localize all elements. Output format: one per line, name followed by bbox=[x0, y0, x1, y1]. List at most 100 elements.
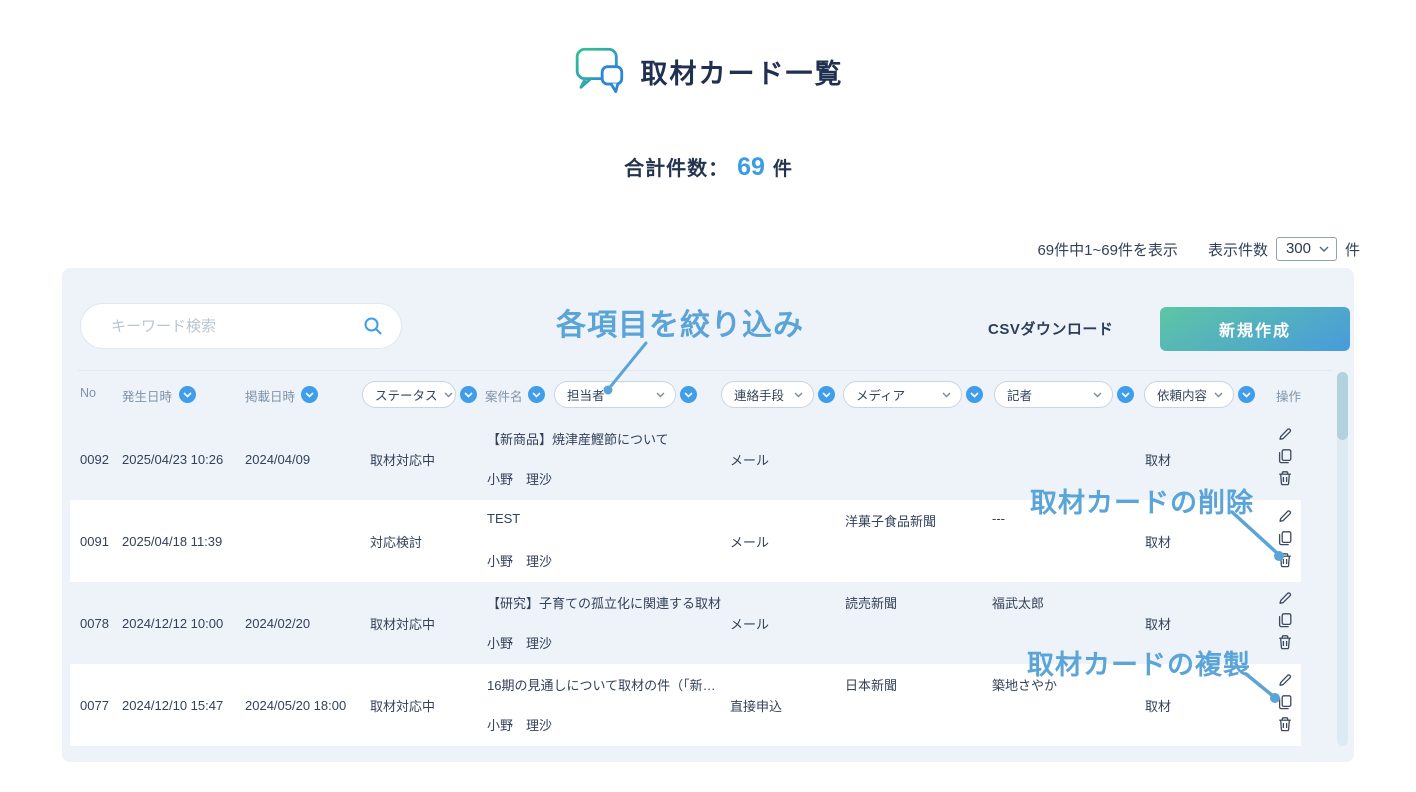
annotation-delete: 取材カードの削除 bbox=[1030, 481, 1254, 520]
total-count-label: 合計件数： bbox=[624, 152, 729, 181]
csv-download-button[interactable]: CSVダウンロード bbox=[982, 317, 1119, 340]
col-published: 掲載日時 bbox=[245, 386, 295, 405]
header-divider bbox=[78, 370, 1332, 371]
media-sort-icon[interactable] bbox=[966, 386, 983, 403]
row-operations bbox=[1277, 426, 1293, 486]
row-operations bbox=[1277, 590, 1293, 650]
per-page-select[interactable]: 300 bbox=[1276, 237, 1337, 261]
row-media: 読売新聞 bbox=[845, 593, 897, 612]
media-filter-dropdown[interactable]: メディア bbox=[843, 381, 962, 408]
row-contact: メール bbox=[730, 500, 769, 582]
delete-icon[interactable] bbox=[1277, 470, 1293, 486]
total-count-value: 69 bbox=[737, 153, 765, 182]
status-sort-icon[interactable] bbox=[460, 386, 477, 403]
row-case: 【研究】子育ての孤立化に関連する取材 bbox=[487, 593, 721, 612]
row-assignee: 小野 理沙 bbox=[487, 469, 552, 488]
reporter-sort-icon[interactable] bbox=[1117, 386, 1134, 403]
duplicate-icon[interactable] bbox=[1277, 694, 1293, 710]
row-status: 取材対応中 bbox=[370, 582, 435, 664]
row-case: 【新商品】焼津産鰹節について bbox=[487, 429, 669, 448]
vertical-scrollbar[interactable] bbox=[1337, 372, 1348, 746]
delete-icon[interactable] bbox=[1277, 716, 1293, 732]
duplicate-icon[interactable] bbox=[1277, 530, 1293, 546]
scrollbar-thumb[interactable] bbox=[1337, 372, 1348, 440]
status-filter-dropdown[interactable]: ステータス bbox=[362, 381, 456, 408]
row-occurred: 2024/12/10 15:47 bbox=[122, 664, 223, 746]
request-sort-icon[interactable] bbox=[1238, 386, 1255, 403]
per-page-value: 300 bbox=[1286, 240, 1311, 257]
page-title: 取材カード一覧 bbox=[641, 52, 844, 91]
table-body: 0092 2025/04/23 10:26 2024/04/09 取材対応中 【… bbox=[62, 418, 1354, 746]
pagination-info: 69件中1~69件を表示 表示件数 300 件 bbox=[0, 237, 1360, 261]
reporter-filter-dropdown[interactable]: 記者 bbox=[994, 381, 1113, 408]
row-media: 日本新聞 bbox=[845, 675, 897, 694]
row-occurred: 2025/04/18 11:39 bbox=[122, 500, 222, 582]
row-occurred: 2025/04/23 10:26 bbox=[122, 418, 223, 500]
row-published: 2024/02/20 bbox=[245, 582, 310, 664]
col-ops: 操作 bbox=[1276, 386, 1301, 405]
row-no: 0092 bbox=[80, 418, 109, 500]
row-contact: メール bbox=[730, 582, 769, 664]
search-icon[interactable] bbox=[363, 316, 383, 336]
edit-icon[interactable] bbox=[1277, 672, 1293, 688]
request-filter-dropdown[interactable]: 依頼内容 bbox=[1144, 381, 1234, 408]
chat-bubbles-icon bbox=[573, 46, 627, 96]
chevron-down-icon bbox=[942, 392, 951, 398]
row-assignee: 小野 理沙 bbox=[487, 715, 552, 734]
row-operations bbox=[1277, 672, 1293, 732]
row-published: 2024/05/20 18:00 bbox=[245, 664, 346, 746]
page: 取材カード一覧 合計件数： 69 件 69件中1~69件を表示 表示件数 300… bbox=[0, 0, 1416, 792]
edit-icon[interactable] bbox=[1277, 426, 1293, 442]
create-new-button[interactable]: 新規作成 bbox=[1160, 307, 1350, 351]
col-case: 案件名 bbox=[485, 386, 523, 405]
contact-filter-dropdown[interactable]: 連絡手段 bbox=[721, 381, 814, 408]
edit-icon[interactable] bbox=[1277, 590, 1293, 606]
row-occurred: 2024/12/12 10:00 bbox=[122, 582, 223, 664]
delete-icon[interactable] bbox=[1277, 552, 1293, 568]
edit-icon[interactable] bbox=[1277, 508, 1293, 524]
duplicate-icon[interactable] bbox=[1277, 448, 1293, 464]
per-page-label: 表示件数 bbox=[1208, 239, 1268, 260]
annotation-duplicate: 取材カードの複製 bbox=[1027, 643, 1251, 682]
row-case: 16期の見通しについて取材の件（「新… bbox=[487, 675, 716, 694]
chevron-down-icon bbox=[656, 392, 665, 398]
row-no: 0091 bbox=[80, 500, 109, 582]
col-occurred: 発生日時 bbox=[122, 386, 172, 405]
row-status: 取材対応中 bbox=[370, 664, 435, 746]
keyword-search bbox=[80, 303, 402, 349]
row-no: 0078 bbox=[80, 582, 109, 664]
annotation-filter: 各項目を絞り込み bbox=[556, 300, 804, 344]
row-assignee: 小野 理沙 bbox=[487, 551, 552, 570]
chevron-down-icon bbox=[794, 392, 803, 398]
chevron-down-icon bbox=[1214, 392, 1223, 398]
range-text: 69件中1~69件を表示 bbox=[1037, 239, 1177, 260]
row-published: 2024/04/09 bbox=[245, 418, 310, 500]
chevron-down-icon bbox=[1093, 392, 1102, 398]
occurred-sort-icon[interactable] bbox=[179, 386, 196, 403]
published-sort-icon[interactable] bbox=[301, 386, 318, 403]
page-header: 取材カード一覧 bbox=[0, 46, 1416, 96]
row-status: 取材対応中 bbox=[370, 418, 435, 500]
chevron-down-icon bbox=[444, 392, 453, 398]
assignee-sort-icon[interactable] bbox=[680, 386, 697, 403]
duplicate-icon[interactable] bbox=[1277, 612, 1293, 628]
row-status: 対応検討 bbox=[370, 500, 422, 582]
row-contact: メール bbox=[730, 418, 769, 500]
table-header: No 発生日時 掲載日時 ステータス 案件名 担当者 bbox=[62, 372, 1354, 412]
col-no: No bbox=[80, 386, 96, 400]
row-contact: 直接申込 bbox=[730, 664, 782, 746]
total-count-unit: 件 bbox=[773, 154, 792, 181]
row-operations bbox=[1277, 508, 1293, 568]
case-sort-icon[interactable] bbox=[528, 386, 545, 403]
row-reporter: 福武太郎 bbox=[992, 593, 1044, 612]
row-media: 洋菓子食品新聞 bbox=[845, 511, 936, 530]
row-reporter: --- bbox=[992, 511, 1005, 526]
chevron-down-icon bbox=[1319, 246, 1329, 252]
delete-icon[interactable] bbox=[1277, 634, 1293, 650]
contact-sort-icon[interactable] bbox=[818, 386, 835, 403]
search-input[interactable] bbox=[109, 317, 363, 336]
row-no: 0077 bbox=[80, 664, 109, 746]
assignee-filter-dropdown[interactable]: 担当者 bbox=[554, 381, 676, 408]
row-assignee: 小野 理沙 bbox=[487, 633, 552, 652]
row-case: TEST bbox=[487, 511, 520, 526]
